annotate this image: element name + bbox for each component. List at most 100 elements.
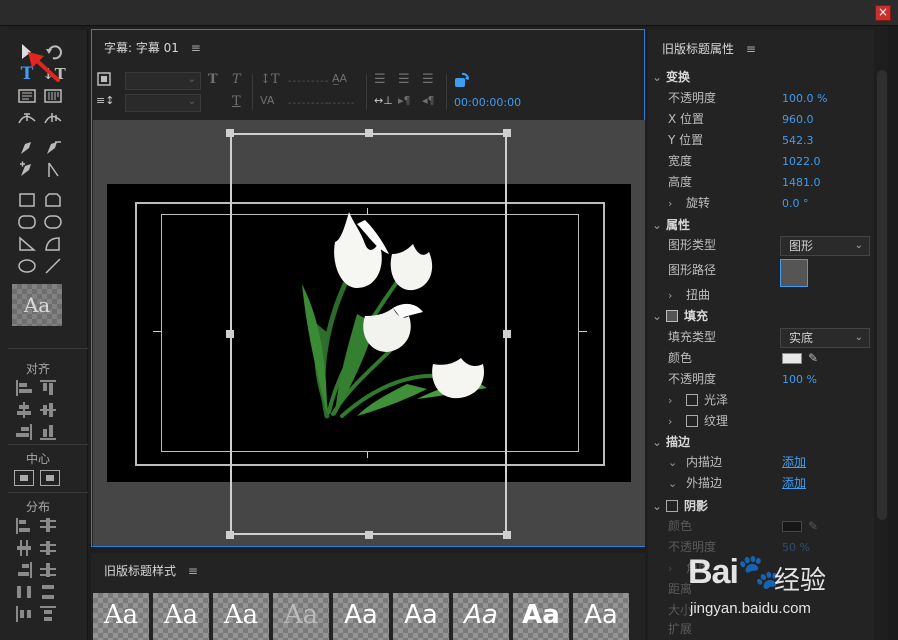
- graphic-path-thumbnail[interactable]: [780, 259, 808, 287]
- align-bottom-icon[interactable]: [40, 424, 60, 440]
- texture-checkbox[interactable]: [686, 415, 698, 427]
- kerning-icon[interactable]: VA: [260, 94, 274, 107]
- path-text-tool-icon[interactable]: [16, 108, 38, 128]
- leading-icon[interactable]: A̲A: [332, 72, 347, 85]
- pen-tool-icon[interactable]: [16, 138, 38, 158]
- bold-icon[interactable]: T: [208, 72, 218, 87]
- style-swatch[interactable]: Aa: [93, 593, 151, 640]
- resize-handle[interactable]: [503, 129, 511, 137]
- add-inner-stroke-link[interactable]: 添加: [782, 452, 806, 473]
- shadow-checkbox[interactable]: [666, 500, 678, 512]
- center-horizontal-icon[interactable]: [14, 470, 34, 486]
- resize-handle[interactable]: [226, 531, 234, 539]
- panel-menu-icon[interactable]: ≡: [188, 564, 198, 578]
- resize-handle[interactable]: [503, 330, 511, 338]
- prop-row-sheen[interactable]: › 光泽: [648, 390, 874, 411]
- wedge-tool-icon[interactable]: [16, 234, 38, 254]
- sync-timeline-icon[interactable]: [454, 72, 470, 92]
- style-swatch[interactable]: Aa: [153, 593, 211, 640]
- arc-tool-icon[interactable]: [42, 234, 64, 254]
- align-horizontal-center-icon[interactable]: [16, 402, 36, 418]
- rounded-rectangle-tool-icon[interactable]: [16, 212, 38, 232]
- align-text-right-icon[interactable]: ☰: [422, 72, 434, 87]
- attributes-section-header[interactable]: ⌄ 属性: [648, 215, 874, 236]
- style-swatch[interactable]: Aa: [213, 593, 271, 640]
- rounded-corner-rectangle-tool-icon[interactable]: [42, 212, 64, 232]
- paragraph-icon[interactable]: ◂¶: [422, 94, 435, 107]
- align-text-left-icon[interactable]: ☰: [374, 72, 386, 87]
- distribute-top-icon[interactable]: [40, 518, 60, 534]
- italic-icon[interactable]: T: [232, 72, 241, 87]
- properties-scrollbar[interactable]: [877, 70, 887, 520]
- prop-row-texture[interactable]: › 纹理: [648, 411, 874, 432]
- shadow-color-swatch[interactable]: [782, 521, 802, 532]
- distribute-center-horizontal-icon[interactable]: [16, 540, 36, 556]
- sheen-checkbox[interactable]: [686, 394, 698, 406]
- center-vertical-icon[interactable]: [40, 470, 60, 486]
- align-vertical-center-icon[interactable]: [40, 402, 60, 418]
- add-anchor-tool-icon[interactable]: [16, 160, 38, 180]
- style-swatch[interactable]: Aa: [393, 593, 451, 640]
- font-size-field[interactable]: ---------: [288, 76, 329, 87]
- eyedropper-icon[interactable]: ✎: [808, 348, 818, 369]
- opacity-value[interactable]: 100.0 %: [782, 88, 827, 109]
- align-text-center-icon[interactable]: ☰: [398, 72, 410, 87]
- delete-anchor-tool-icon[interactable]: [42, 138, 64, 158]
- convert-anchor-tool-icon[interactable]: [42, 160, 64, 180]
- resize-handle[interactable]: [226, 330, 234, 338]
- vertical-area-text-tool-icon[interactable]: [42, 86, 64, 106]
- width-value[interactable]: 1022.0: [782, 151, 821, 172]
- style-swatch[interactable]: Aa: [573, 593, 631, 640]
- distribute-horizontal-even-icon[interactable]: [16, 584, 36, 600]
- distribute-spacing-vertical-icon[interactable]: [40, 606, 60, 622]
- kerning-field[interactable]: ---------: [288, 98, 329, 109]
- align-left-icon[interactable]: [16, 380, 36, 396]
- align-top-icon[interactable]: [40, 380, 60, 396]
- style-swatch[interactable]: Aa: [333, 593, 391, 640]
- resize-handle[interactable]: [226, 129, 234, 137]
- title-tab[interactable]: 字幕: 字幕 01 ≡: [104, 39, 201, 56]
- area-text-tool-icon[interactable]: [16, 86, 38, 106]
- style-swatch[interactable]: Aa: [513, 593, 571, 640]
- leading-field[interactable]: ------: [328, 98, 356, 109]
- fill-checkbox[interactable]: [666, 310, 678, 322]
- prop-row-distort[interactable]: › 扭曲: [648, 285, 874, 306]
- style-swatch[interactable]: Aa: [453, 593, 511, 640]
- y-position-value[interactable]: 542.3: [782, 130, 814, 151]
- title-canvas[interactable]: [93, 120, 645, 546]
- underline-icon[interactable]: T: [232, 94, 241, 109]
- fill-opacity-value[interactable]: 100 %: [782, 369, 817, 390]
- distribute-center-vertical-icon[interactable]: [40, 540, 60, 556]
- background-video-icon[interactable]: [97, 72, 111, 90]
- x-position-value[interactable]: 960.0: [782, 109, 814, 130]
- distribute-spacing-horizontal-icon[interactable]: [16, 606, 36, 622]
- align-right-icon[interactable]: [16, 424, 36, 440]
- vertical-path-text-tool-icon[interactable]: [42, 108, 64, 128]
- shadow-section-header[interactable]: ⌄ 阴影: [648, 496, 874, 517]
- line-tool-icon[interactable]: [42, 256, 64, 276]
- font-style-select[interactable]: ⌄: [125, 94, 201, 112]
- graphic-type-dropdown[interactable]: 图形 ⌄: [780, 236, 870, 256]
- fill-section-header[interactable]: ⌄ 填充: [648, 306, 874, 327]
- clipped-corner-rectangle-tool-icon[interactable]: [42, 190, 64, 210]
- distribute-right-icon[interactable]: [16, 562, 36, 578]
- style-swatch[interactable]: Aa: [273, 593, 331, 640]
- font-size-icon[interactable]: ↕T: [260, 72, 280, 87]
- panel-menu-icon[interactable]: ≡: [191, 41, 201, 55]
- tab-stop-ruler-icon[interactable]: ↔⊥: [374, 94, 393, 107]
- rectangle-tool-icon[interactable]: [16, 190, 38, 210]
- height-value[interactable]: 1481.0: [782, 172, 821, 193]
- fill-color-swatch[interactable]: [782, 353, 802, 364]
- font-family-select[interactable]: ⌄: [125, 72, 201, 90]
- prop-row-rotation[interactable]: › 旋转 0.0 °: [648, 193, 874, 214]
- eyedropper-icon[interactable]: ✎: [808, 516, 818, 537]
- resize-handle[interactable]: [503, 531, 511, 539]
- add-outer-stroke-link[interactable]: 添加: [782, 473, 806, 494]
- panel-menu-icon[interactable]: ≡: [746, 42, 756, 56]
- fill-type-dropdown[interactable]: 实底 ⌄: [780, 328, 870, 348]
- show-background-icon[interactable]: ▸¶: [398, 94, 411, 107]
- distribute-left-icon[interactable]: [16, 518, 36, 534]
- stroke-section-header[interactable]: ⌄ 描边: [648, 432, 874, 453]
- rotation-value[interactable]: 0.0 °: [782, 193, 809, 214]
- resize-handle[interactable]: [365, 129, 373, 137]
